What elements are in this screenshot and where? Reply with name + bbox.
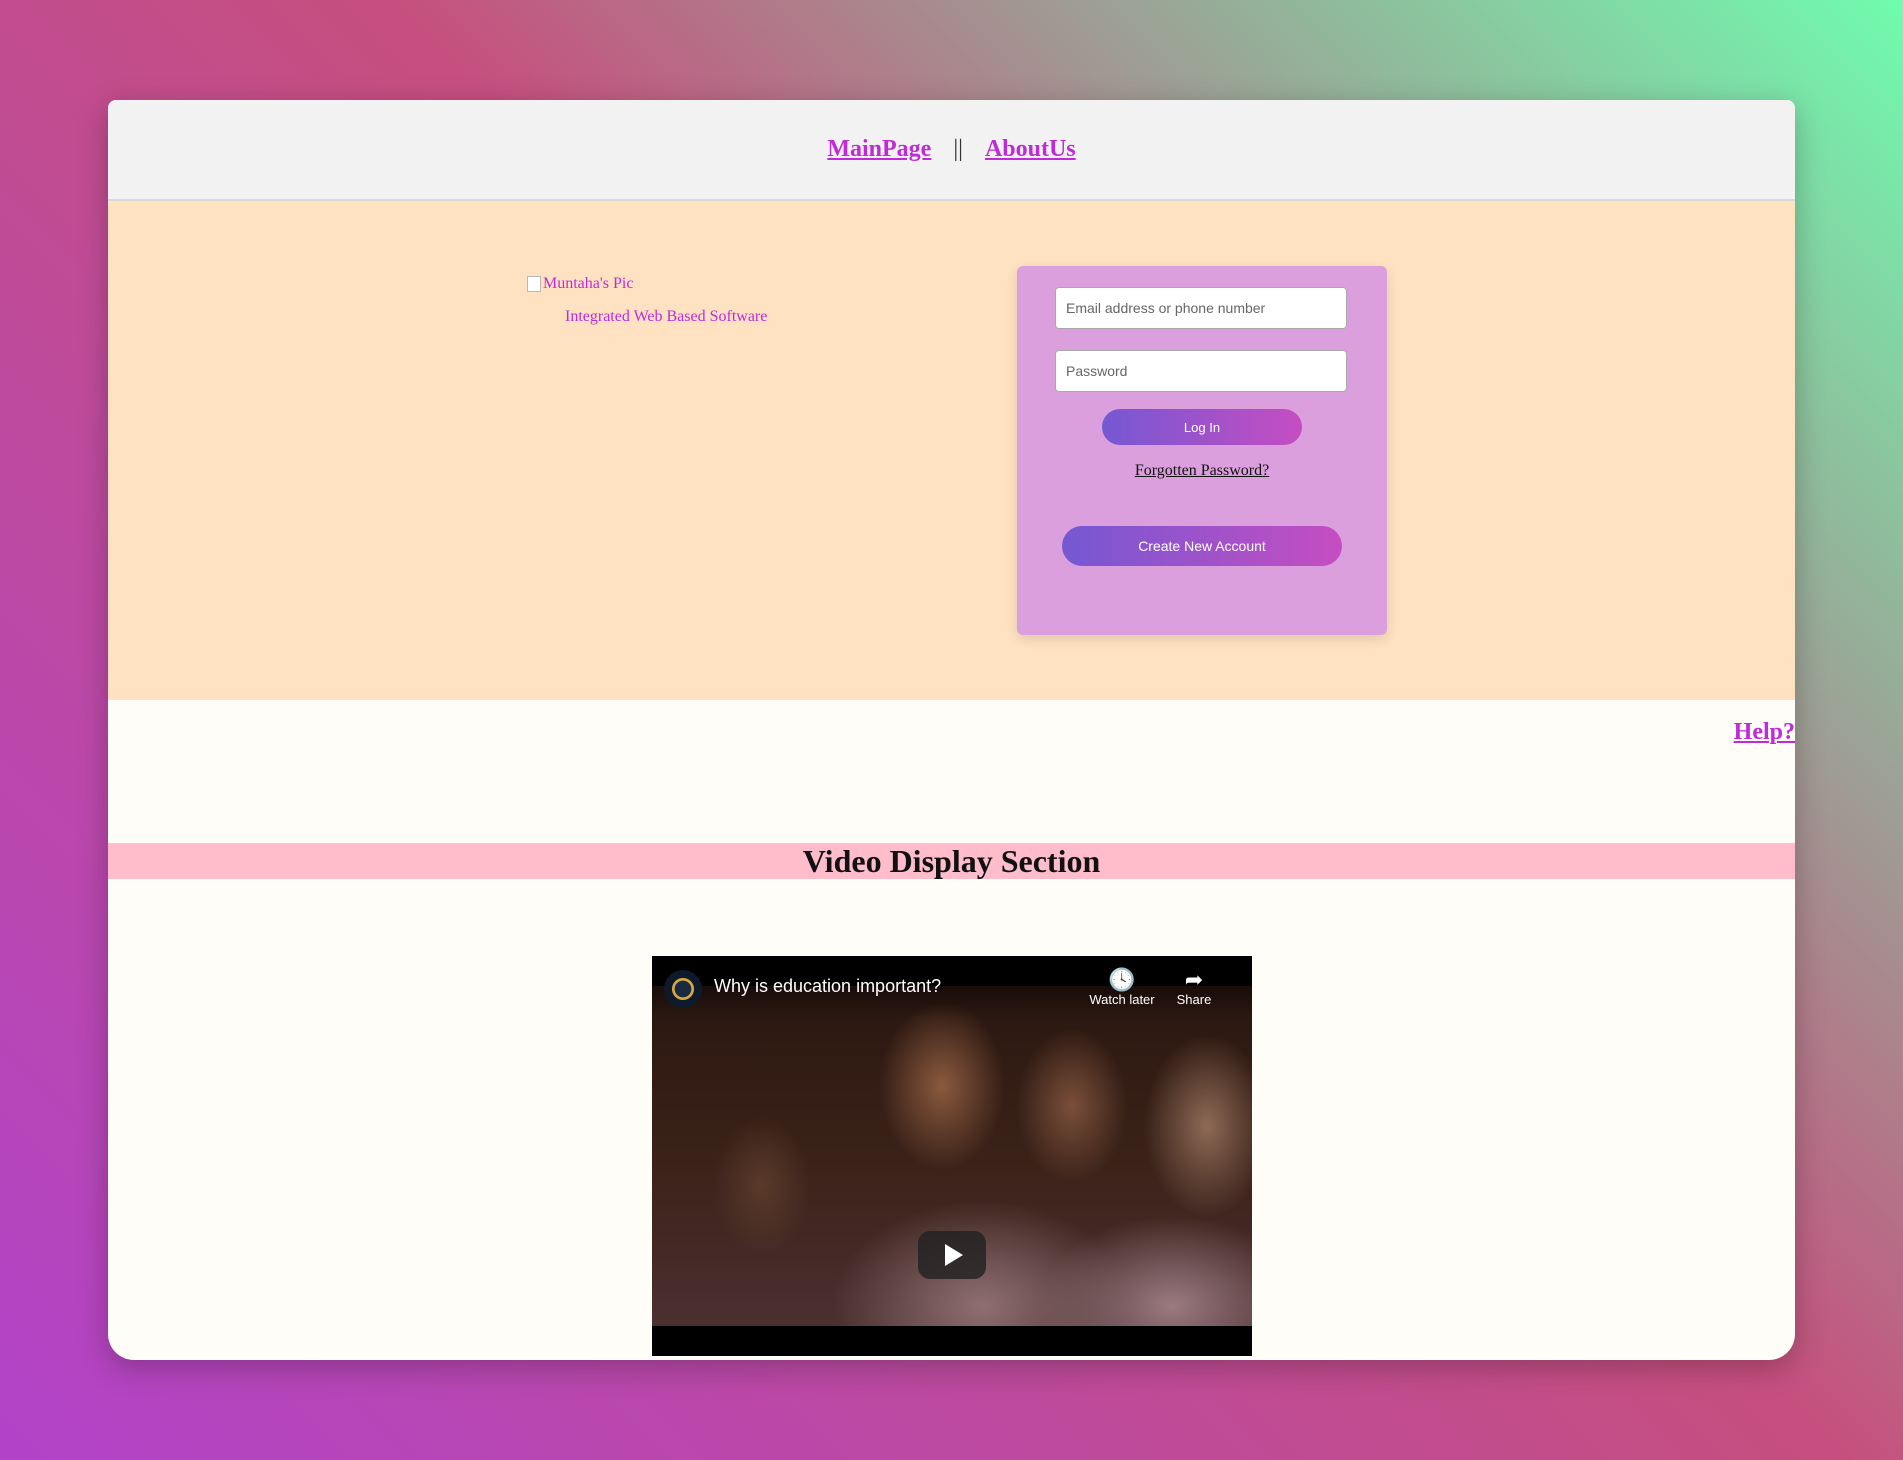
play-button[interactable] xyxy=(918,1231,986,1279)
login-card: Log In Forgotten Password? Create New Ac… xyxy=(1017,266,1387,635)
video-section-banner: Video Display Section xyxy=(108,843,1795,879)
share-label: Share xyxy=(1176,992,1212,1007)
brand-image: Muntaha's Pic xyxy=(527,275,633,293)
nav-link-mainpage[interactable]: MainPage xyxy=(827,136,931,163)
share-button[interactable]: ➦ Share xyxy=(1164,967,1224,1008)
create-account-button[interactable]: Create New Account xyxy=(1062,526,1342,566)
nav-separator: || xyxy=(953,136,963,162)
help-link[interactable]: Help? xyxy=(1734,719,1795,746)
video-title[interactable]: Why is education important? xyxy=(714,976,941,997)
play-icon xyxy=(945,1244,963,1266)
password-input[interactable] xyxy=(1055,350,1347,392)
tagline: Integrated Web Based Software xyxy=(565,308,768,325)
video-top-bar: Why is education important? 🕓 Watch late… xyxy=(652,956,1252,1020)
brand-image-alt-text: Muntaha's Pic xyxy=(543,275,634,292)
forgot-password-link[interactable]: Forgotten Password? xyxy=(1017,462,1387,480)
share-icon: ➦ xyxy=(1184,967,1204,992)
channel-avatar-icon[interactable] xyxy=(664,970,702,1008)
hero-section: Muntaha's Pic Integrated Web Based Softw… xyxy=(108,201,1795,700)
watch-later-button[interactable]: 🕓 Watch later xyxy=(1082,967,1162,1008)
broken-image-icon xyxy=(527,276,541,292)
divider xyxy=(1057,501,1347,502)
nav-link-aboutus[interactable]: AboutUs xyxy=(985,136,1076,163)
video-player[interactable]: Why is education important? 🕓 Watch late… xyxy=(652,956,1252,1356)
login-button[interactable]: Log In xyxy=(1102,409,1302,445)
top-navigation: MainPage || AboutUs xyxy=(108,100,1795,201)
video-section-heading: Video Display Section xyxy=(802,842,1101,879)
email-input[interactable] xyxy=(1055,287,1347,329)
browser-page: MainPage || AboutUs Muntaha's Pic Integr… xyxy=(108,100,1795,1360)
watch-later-label: Watch later xyxy=(1089,992,1155,1007)
clock-icon: 🕓 xyxy=(1108,967,1136,992)
